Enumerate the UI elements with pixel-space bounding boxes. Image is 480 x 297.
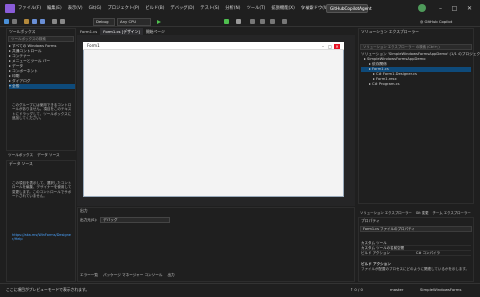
start-debug-button[interactable]: SimpleWindowsFormsAppDemo (157, 18, 217, 32)
toolbar-icon[interactable] (260, 19, 265, 24)
undo-icon[interactable] (52, 19, 57, 24)
repository-button[interactable]: SimpleWindowsForms (420, 287, 461, 292)
toolbox-tab-strip: ツールボックス データ ソース (8, 153, 60, 158)
avatar[interactable] (418, 4, 426, 12)
form1-title: Form1 (83, 42, 344, 50)
search-button[interactable]: ⌕ 検索 (302, 5, 324, 12)
properties-title: プロパティ (361, 218, 380, 223)
start-without-debug-icon[interactable] (224, 19, 229, 24)
solution-tab-strip: ソリューション エクスプローラー Git 変更 チーム エクスプローラー (360, 210, 471, 215)
property-description: ファイルが配置のプロセスにどのように関連しているかを示します。 (361, 267, 470, 271)
properties-object-select[interactable]: Form1.cs ファイルのプロパティ (360, 226, 472, 232)
search-icon: ⌕ (302, 5, 305, 10)
toolbox-group[interactable]: ▾ 全般 (9, 84, 75, 89)
tab-team-explorer[interactable]: チーム エクスプローラー (433, 210, 471, 215)
tab-data-sources[interactable]: データ ソース (37, 153, 60, 158)
visual-studio-logo (5, 4, 15, 13)
save-all-icon[interactable] (40, 19, 45, 24)
platform-select[interactable]: Any CPU (117, 18, 151, 26)
menu-item[interactable]: デバッグ(D) (170, 5, 194, 11)
output-source-row: 出力元(S): デバッグ (80, 217, 171, 223)
menu-item[interactable]: 拡張機能(X) (271, 5, 294, 11)
save-icon[interactable] (32, 19, 37, 24)
property-value[interactable]: C# コンパイラ (416, 251, 440, 256)
menu-item[interactable]: ファイル(F) (18, 5, 41, 11)
data-sources-title: データ ソース (9, 161, 33, 166)
output-title: 出力 (80, 208, 88, 213)
tab-package-manager[interactable]: パッケージ マネージャー コンソール (103, 273, 162, 278)
solution-tree-item[interactable]: ▸ C# Program.cs (361, 82, 471, 87)
output-source-label: 出力元(S): (80, 217, 98, 222)
toolbox-title: ツールボックス (9, 29, 36, 34)
maximize-icon[interactable]: □ (450, 4, 459, 13)
tab-output[interactable]: 出力 (167, 273, 174, 278)
form1-design-canvas[interactable] (83, 42, 344, 197)
tab-form1-design[interactable]: Form1.cs [デザイン] (100, 28, 143, 35)
toolbar-icon[interactable] (250, 19, 255, 24)
redo-icon[interactable] (60, 19, 65, 24)
solution-name-badge: GitHubCopilotAgent (326, 4, 372, 13)
minimize-icon[interactable]: – (436, 4, 445, 13)
toolbox-search-input[interactable]: ツールボックスの検索 (8, 36, 74, 42)
copilot-label: GitHub Copilot (424, 19, 453, 24)
menu-item[interactable]: Git(G) (89, 6, 102, 11)
solution-explorer-title: ソリューション エクスプローラー (361, 29, 419, 34)
tab-git-changes[interactable]: Git 変更 (416, 210, 429, 215)
tab-form1-cs[interactable]: Form1.cs (77, 28, 100, 35)
property-row[interactable]: ビルド アクション C# コンパイラ (361, 251, 471, 256)
tab-start-page[interactable]: 開始ページ (143, 28, 168, 35)
hot-reload-icon[interactable] (236, 19, 241, 24)
toolbox-empty-note: このグループには使用できるコントロールがありません。項目をこのテキストにドラッグ… (12, 103, 72, 121)
toolbox-list: ▸ すべての Windows Forms ▸ 共通コントロール ▸ コンテナー ▸ メ… (9, 44, 75, 89)
status-message: ここに項目がプレビューモードで表示されます。 (6, 287, 90, 292)
data-sources-panel (6, 160, 76, 282)
menu-item[interactable]: 分析(N) (225, 5, 240, 11)
navigate-back-icon[interactable] (4, 19, 9, 24)
configuration-select[interactable]: Debug (93, 18, 115, 26)
document-tabs: Form1.cs Form1.cs [デザイン] 開始ページ (77, 28, 355, 35)
github-copilot-button[interactable]: ◎ GitHub Copilot (420, 18, 458, 26)
close-icon[interactable]: ✕ (465, 4, 474, 13)
output-source-select[interactable]: デバッグ (100, 217, 171, 223)
tab-solution-explorer[interactable]: ソリューション エクスプローラー (360, 210, 412, 215)
property-name: ビルド アクション (361, 250, 390, 255)
play-icon (157, 20, 161, 24)
toolbar-icon[interactable] (282, 19, 287, 24)
menu-item[interactable]: 表示(V) (68, 5, 83, 11)
tab-toolbox[interactable]: ツールボックス (8, 153, 33, 158)
data-sources-note: この項目を表示して、選択したコントロールを編集、デザイナーを使用して変更します。… (12, 181, 72, 199)
open-folder-icon[interactable] (24, 19, 29, 24)
form-maximize-icon: □ (328, 44, 332, 49)
search-label: 検索 (305, 5, 314, 10)
form-close-icon: ✕ (334, 44, 340, 49)
designer-help-link[interactable]: https://aka.ms/WinForms/Designer/Help (12, 233, 72, 242)
form-minimize-icon: – (322, 44, 324, 49)
menu-item[interactable]: ビルド(B) (145, 5, 164, 11)
solution-tree: ソリューション 'SimpleWindowsFormsAppDemo' (1/1… (361, 52, 480, 87)
navigate-forward-icon[interactable] (12, 19, 17, 24)
git-branch-button[interactable]: master (390, 287, 403, 292)
solution-search-input[interactable]: ソリューション エクスプローラー の検索 (Ctrl+;) (360, 44, 472, 50)
menu-item[interactable]: プロジェクト(P) (107, 5, 139, 11)
output-tab-strip: エラー一覧 パッケージ マネージャー コンソール 出力 (80, 273, 175, 278)
properties-grid: カスタム ツール カスタム ツールの名前空間 ビルド アクション C# コンパイラ (361, 241, 471, 256)
tab-error-list[interactable]: エラー一覧 (80, 273, 98, 278)
menu-item[interactable]: 編集(E) (47, 5, 62, 11)
toolbar-icon[interactable] (270, 19, 275, 24)
status-line-info: ↑ 0 / 0 (350, 287, 363, 292)
menu-item[interactable]: テスト(S) (200, 5, 219, 11)
menu-item[interactable]: ツール(T) (246, 5, 265, 11)
